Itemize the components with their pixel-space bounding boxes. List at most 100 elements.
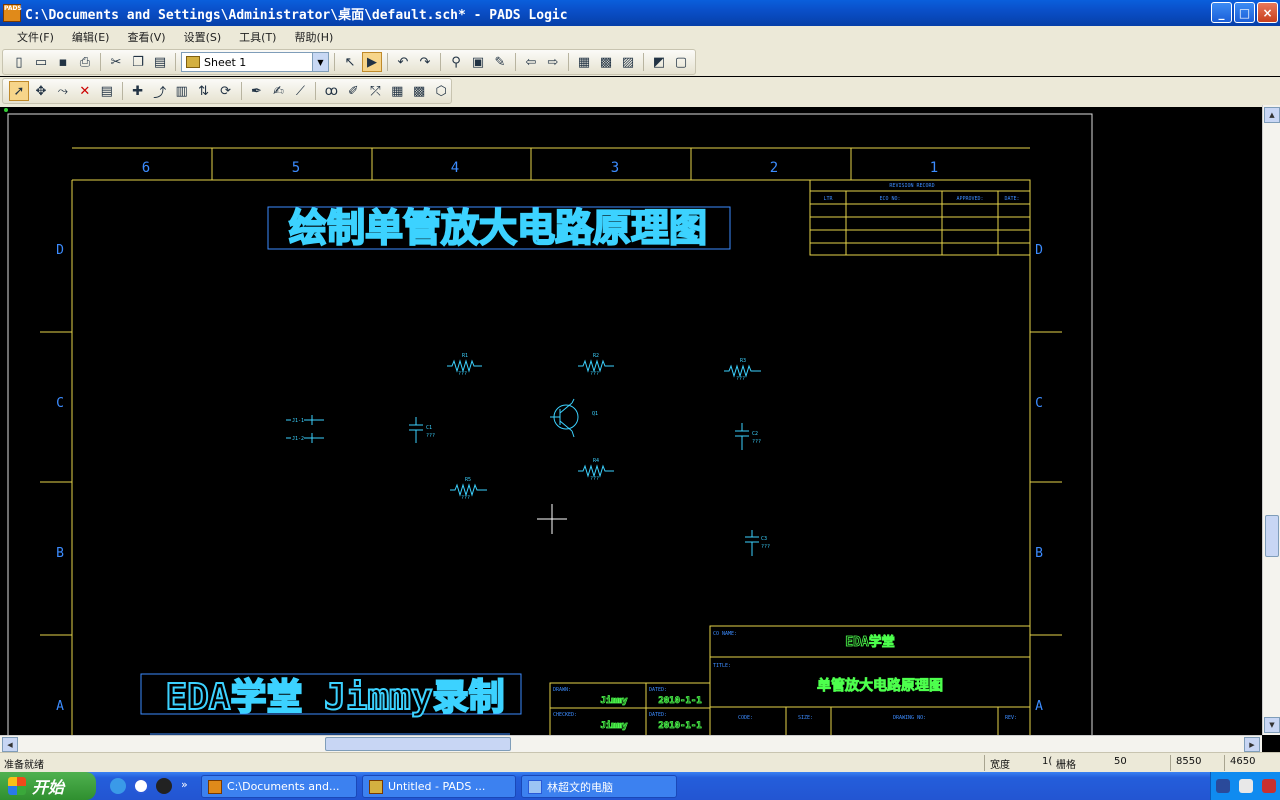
script-icon[interactable]: ◩ [649,52,669,72]
horizontal-scrollbar[interactable]: ◀ ▶ [0,735,1262,752]
menu-setup[interactable]: 设置(S) [175,29,231,45]
column-label-3: 3 [611,160,619,176]
board-icon[interactable]: ▣ [468,52,488,72]
redo-icon[interactable]: ↷ [415,52,435,72]
edit-text-icon[interactable]: ✐ [343,81,363,101]
merge-icon[interactable]: ⤱ [365,81,385,101]
drawn-by-value[interactable]: Jimmy [600,695,628,707]
date-value-2[interactable]: 2010-1-1 [658,721,702,732]
create-hierarchy-icon[interactable]: ▦ [387,81,407,101]
move-icon[interactable]: ✥ [31,81,51,101]
tray-volume-icon[interactable] [1238,779,1253,793]
field-values-icon[interactable]: ▩ [409,81,429,101]
add-field-icon[interactable]: ✍ [268,81,288,101]
select-filter-icon[interactable]: ↖ [340,52,360,72]
back-icon[interactable]: ⇦ [521,52,541,72]
scroll-down-icon[interactable]: ▼ [1264,717,1280,733]
capacitor-c3[interactable] [745,530,759,556]
chevron-down-icon[interactable]: ▼ [312,53,328,71]
save-icon[interactable]: ▪ [53,52,73,72]
copy-icon[interactable]: ❐ [128,52,148,72]
system-tray [1210,772,1280,800]
add-2d-line-icon[interactable]: ⟋ [290,81,310,101]
swap-pins-icon[interactable]: ⟳ [216,81,236,101]
add-connection-icon[interactable]: ⤴ [150,81,170,101]
tray-back-icon[interactable] [1215,779,1230,793]
transistor-q1[interactable] [550,398,579,438]
capacitor-c2[interactable] [735,423,749,450]
start-button[interactable]: 开始 [0,772,96,800]
scroll-up-icon[interactable]: ▲ [1264,107,1280,123]
add-text-icon[interactable]: ✒ [247,81,267,101]
schematic-drawing[interactable]: 6 5 4 3 2 1 D C B A D C B A REVISION REC… [0,107,1262,735]
library-icon[interactable]: ▦ [574,52,594,72]
net-label-icon[interactable]: ꝏ [321,81,341,101]
close-button[interactable]: × [1257,2,1278,23]
revision-col-date: DATE: [1004,196,1019,202]
pads-logic-icon [208,779,222,794]
scroll-left-icon[interactable]: ◀ [2,737,18,752]
pads-layout-icon[interactable]: ▩ [596,52,616,72]
sheet-dropdown[interactable]: Sheet 1 ▼ [181,52,329,72]
vertical-scroll-thumb[interactable] [1265,515,1279,557]
properties-icon[interactable]: ▤ [97,81,117,101]
task-pads-untitled[interactable]: Untitled - PADS ... [362,775,516,798]
column-label-6: 6 [142,160,150,176]
drag-icon[interactable]: ⤳ [53,81,73,101]
horizontal-scroll-thumb[interactable] [325,737,511,751]
zoom-icon[interactable]: ⚲ [446,52,466,72]
undo-icon[interactable]: ↶ [393,52,413,72]
paste-icon[interactable]: ▤ [150,52,170,72]
task-my-computer[interactable]: 林超文的电脑 [521,775,677,798]
resistor-r5[interactable] [450,483,487,497]
minimize-button[interactable]: _ [1211,2,1232,23]
forward-icon[interactable]: ⇨ [543,52,563,72]
column-label-2: 2 [770,160,778,176]
task-pads-logic[interactable]: C:\Documents and... [201,775,357,798]
media-player-icon[interactable] [133,778,149,794]
crosshair-cursor [537,504,567,534]
schematic-edit-toolbar-icon[interactable]: ▶ [362,52,382,72]
cut-icon[interactable]: ✂ [106,52,126,72]
delete-icon[interactable]: ✕ [75,81,95,101]
resistor-r3[interactable] [724,364,761,378]
company-name-value[interactable]: EDA学堂 [845,634,895,651]
schematic-title-text[interactable]: 绘制单管放大电路原理图 [288,205,708,251]
drawing-title-value[interactable]: 单管放大电路原理图 [817,677,944,695]
add-component-icon[interactable]: ✚ [128,81,148,101]
resistor-r1[interactable] [447,359,482,373]
date-value-1[interactable]: 2010-1-1 [658,696,702,707]
vertical-scrollbar[interactable]: ▲ ▼ [1262,105,1280,735]
window-icon[interactable]: ▢ [671,52,691,72]
select-arrow-icon[interactable]: ➚ [9,81,29,101]
title-bar[interactable]: PADS C:\Documents and Settings\Administr… [0,0,1280,26]
capacitor-c1[interactable] [409,417,423,443]
resistor-r2[interactable] [578,359,614,373]
pads-router-icon[interactable]: ▨ [618,52,638,72]
new-icon[interactable]: ▯ [9,52,29,72]
pads-app-icon[interactable]: PADS [3,4,22,22]
open-icon[interactable]: ▭ [31,52,51,72]
menu-tools[interactable]: 工具(T) [230,29,285,45]
menu-file[interactable]: 文件(F) [8,29,63,45]
tray-security-icon[interactable] [1261,779,1276,793]
pcb-icon[interactable]: ⬡ [431,81,451,101]
menu-help[interactable]: 帮助(H) [285,29,342,45]
swap-gates-icon[interactable]: ⇅ [194,81,214,101]
ie-icon[interactable] [110,778,126,794]
menu-view[interactable]: 查看(V) [118,29,174,45]
origin-marker [4,108,8,112]
redraw-icon[interactable]: ✎ [490,52,510,72]
checked-by-value[interactable]: Jimmy [600,720,628,732]
qq-icon[interactable] [156,778,172,794]
print-icon[interactable]: ⎙ [75,52,95,72]
drawn-label: DRAWN: [553,687,571,693]
add-bus-icon[interactable]: ▥ [172,81,192,101]
schematic-canvas[interactable]: 6 5 4 3 2 1 D C B A D C B A REVISION REC… [0,105,1262,735]
quicklaunch-more-icon[interactable]: » [181,778,188,791]
resistor-r4[interactable] [578,464,614,478]
maximize-button[interactable]: □ [1234,2,1255,23]
menu-edit[interactable]: 编辑(E) [63,29,119,45]
r1-label: R1 [462,353,468,359]
scroll-right-icon[interactable]: ▶ [1244,737,1260,752]
